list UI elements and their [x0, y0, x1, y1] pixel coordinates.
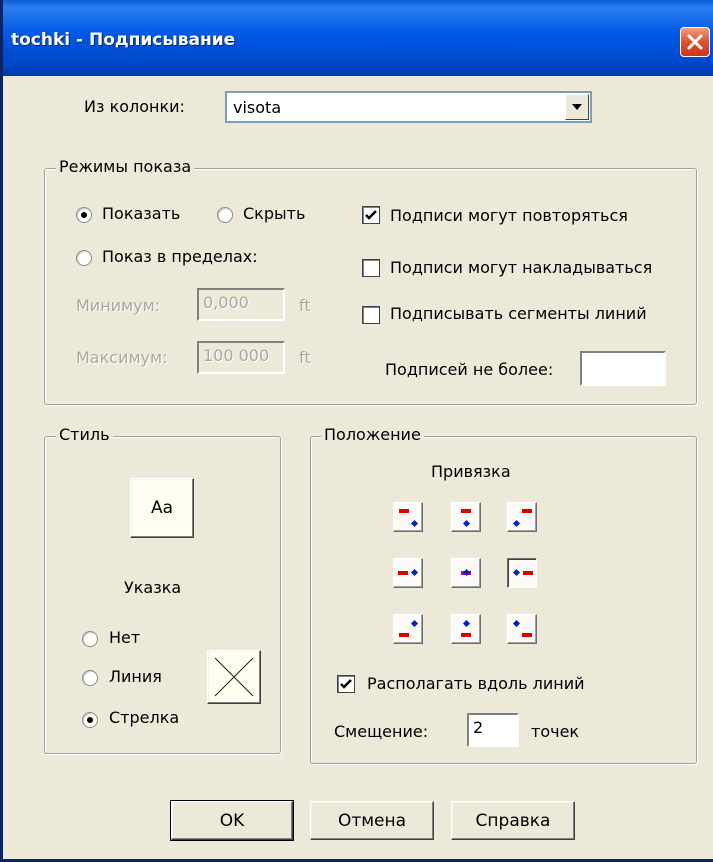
dropdown-arrow-button[interactable]: [565, 94, 589, 120]
anchor-center-button[interactable]: [451, 558, 481, 588]
help-button[interactable]: Справка: [451, 801, 575, 840]
offset-label: Смещение:: [334, 722, 429, 741]
range-radio[interactable]: [76, 250, 92, 266]
window-title: tochki - Подписывание: [11, 30, 236, 50]
font-button[interactable]: Aa: [130, 478, 194, 538]
pointer-none-radio[interactable]: [82, 631, 98, 647]
min-unit: ft: [299, 296, 311, 315]
anchor-top-right-button[interactable]: [507, 502, 537, 532]
anchor-bottom-right-button[interactable]: [507, 614, 537, 644]
checkmark-icon: [340, 679, 352, 689]
along-lines-label: Располагать вдоль линий: [367, 674, 585, 693]
column-select-value: visota: [233, 98, 282, 117]
display-modes-title: Режимы показа: [56, 157, 195, 176]
style-title: Стиль: [56, 425, 113, 444]
max-field[interactable]: 100 000: [197, 341, 285, 374]
anchor-top-left-button[interactable]: [393, 502, 423, 532]
column-label: Из колонки:: [84, 97, 185, 116]
max-labels-label: Подписей не более:: [385, 360, 554, 379]
anchor-bottom-button[interactable]: [451, 614, 481, 644]
min-label: Минимум:: [76, 296, 161, 315]
pointer-line-label: Линия: [109, 667, 162, 686]
ok-button[interactable]: OK: [170, 800, 294, 841]
min-field[interactable]: 0,000: [197, 288, 285, 321]
pointer-arrow-label: Стрелка: [109, 708, 180, 727]
max-unit: ft: [299, 348, 311, 367]
anchor-bottom-left-button[interactable]: [393, 614, 423, 644]
along-lines-checkbox[interactable]: [337, 675, 355, 693]
repeat-label: Подписи могут повторяться: [390, 206, 628, 225]
segments-label: Подписывать сегменты линий: [390, 304, 647, 323]
max-label: Максимум:: [76, 348, 168, 367]
show-radio[interactable]: [76, 207, 92, 223]
title-bar[interactable]: tochki - Подписывание: [3, 0, 713, 76]
overlap-checkbox[interactable]: [362, 259, 380, 277]
pointer-none-label: Нет: [109, 628, 141, 647]
hide-radio[interactable]: [217, 207, 233, 223]
repeat-checkbox[interactable]: [362, 206, 380, 224]
cross-pointer-icon: [214, 657, 254, 697]
segments-checkbox[interactable]: [362, 306, 380, 324]
checkmark-icon: [365, 210, 377, 220]
cancel-button[interactable]: Отмена: [310, 801, 434, 840]
hide-label: Скрыть: [243, 204, 306, 223]
overlap-label: Подписи могут накладываться: [390, 258, 653, 277]
offset-unit: точек: [531, 722, 580, 741]
chevron-down-icon: [572, 104, 582, 110]
anchor-label: Привязка: [431, 462, 511, 481]
offset-field[interactable]: 2: [467, 713, 519, 747]
max-labels-field[interactable]: [580, 351, 666, 386]
anchor-right-button[interactable]: [507, 558, 537, 588]
pointer-line-radio[interactable]: [82, 670, 98, 686]
pointer-arrow-radio[interactable]: [82, 712, 98, 728]
anchor-left-button[interactable]: [393, 558, 423, 588]
dialog-window: tochki - Подписывание Из колонки: visota…: [0, 0, 713, 862]
pointer-style-button[interactable]: [207, 650, 261, 704]
show-label: Показать: [102, 204, 181, 223]
position-title: Положение: [321, 425, 424, 444]
column-select[interactable]: visota: [225, 91, 592, 123]
range-label: Показ в пределах:: [102, 247, 258, 266]
pointer-label: Указка: [124, 578, 182, 597]
close-button[interactable]: [680, 27, 710, 57]
close-icon: [687, 34, 703, 50]
anchor-top-button[interactable]: [451, 502, 481, 532]
